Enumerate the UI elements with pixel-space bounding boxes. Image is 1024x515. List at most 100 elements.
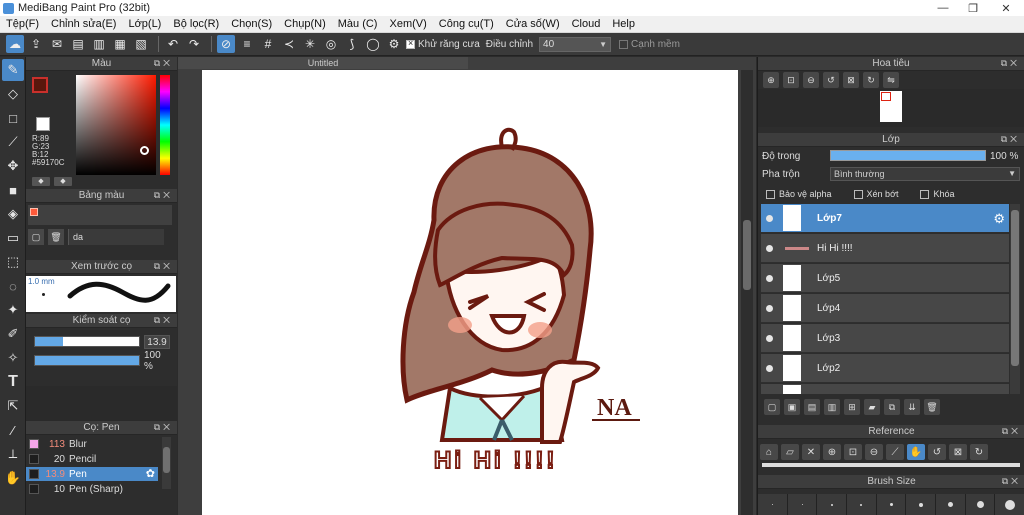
select-tool-icon[interactable]: ⬚ [2, 251, 24, 273]
visibility-icon[interactable] [766, 334, 773, 342]
eraser-tool-icon[interactable]: ◇ [2, 83, 24, 105]
scrollbar-thumb[interactable] [163, 447, 170, 473]
panel-controls-icon[interactable]: ⧉✕ [1002, 426, 1021, 437]
brush-size-preset[interactable] [817, 494, 848, 515]
reset-view-icon[interactable]: ⊠ [949, 444, 967, 460]
brush-size-slider[interactable] [34, 336, 140, 347]
layer-item[interactable] [761, 384, 1009, 394]
layer-item[interactable]: Lớp2 [761, 354, 1009, 383]
brush-size-value[interactable]: 13.9 [144, 335, 170, 349]
new-halftone-layer-icon[interactable]: ▣ [784, 399, 800, 415]
divide-tool-icon[interactable]: ⁄ [2, 419, 24, 441]
brush-item-blur[interactable]: 113 Blur [26, 437, 158, 451]
zoom-in-icon[interactable]: ⊕ [823, 444, 841, 460]
menu-file[interactable]: Tệp(F) [0, 18, 45, 30]
list-page-icon[interactable]: ▧ [132, 35, 150, 53]
panel-controls-icon[interactable]: ⧉✕ [1002, 476, 1021, 487]
menu-layer[interactable]: Lớp(L) [122, 18, 167, 30]
brush-size-preset[interactable] [965, 494, 996, 515]
protect-alpha-checkbox[interactable] [766, 189, 775, 199]
correction-select[interactable]: 40 ▼ [539, 36, 612, 52]
fill-rect-tool-icon[interactable]: ■ [2, 179, 24, 201]
folder-icon[interactable]: ▰ [864, 399, 880, 415]
hand-icon[interactable]: ✋ [907, 444, 925, 460]
menu-edit[interactable]: Chỉnh sửa(E) [45, 18, 122, 30]
layer-item[interactable]: Lớp7 ⚙ [761, 204, 1009, 233]
snap-off-icon[interactable]: ⊘ [217, 35, 235, 53]
brush-list-scrollbar[interactable] [162, 437, 171, 489]
clipping-option[interactable]: Xén bớt [853, 189, 898, 199]
brush-item-pen-sharp[interactable]: 10 Pen (Sharp) [26, 482, 158, 496]
new-palette-icon[interactable]: ▢ [28, 229, 44, 245]
cross-snap-icon[interactable]: # [259, 35, 277, 53]
radial-snap-icon[interactable]: ✳ [301, 35, 319, 53]
saturation-value-picker[interactable] [76, 75, 156, 175]
fit-icon[interactable]: ⊡ [783, 72, 799, 88]
shape-tool-icon[interactable]: □ [2, 107, 24, 129]
menu-snap[interactable]: Chụp(N) [278, 18, 332, 30]
merge-layer-icon[interactable]: ⇊ [904, 399, 920, 415]
visibility-icon[interactable] [766, 244, 773, 252]
menu-tools[interactable]: Công cụ(T) [433, 18, 500, 30]
add-layer-dropdown-icon[interactable]: ⊞ [844, 399, 860, 415]
select-pen-tool-icon[interactable]: ✐ [2, 323, 24, 345]
brush-size-preset[interactable] [936, 494, 966, 515]
brush-tool-icon[interactable]: ✎ [2, 59, 24, 81]
soft-edge-checkbox[interactable] [619, 39, 629, 49]
undo-icon[interactable]: ↶ [164, 35, 182, 53]
share-icon[interactable]: ⇪ [27, 35, 45, 53]
panel-controls-icon[interactable]: ⧉✕ [154, 58, 173, 69]
layer-item[interactable]: Lớp5 [761, 264, 1009, 293]
cloud-icon[interactable]: ☁ [6, 35, 24, 53]
open-folder-icon[interactable]: ▱ [781, 444, 799, 460]
menu-filter[interactable]: Bộ lọc(R) [167, 18, 225, 30]
scrollbar-thumb[interactable] [1011, 210, 1019, 366]
layer-opacity-slider[interactable] [830, 150, 986, 161]
brush-opacity-slider[interactable] [34, 355, 140, 366]
hand-tool-icon[interactable]: ✋ [2, 467, 24, 489]
curve-snap-icon[interactable]: ⟆ [343, 35, 361, 53]
rotate-left-icon[interactable]: ↺ [928, 444, 946, 460]
select-eraser-tool-icon[interactable]: ✧ [2, 347, 24, 369]
brush-item-pen[interactable]: 13.9 Pen ✿ [26, 467, 158, 481]
navigator-view-rect[interactable] [881, 92, 891, 101]
panel-controls-icon[interactable]: ⧉✕ [154, 261, 173, 272]
brush-size-preset[interactable] [876, 494, 907, 515]
brush-size-preset[interactable] [758, 494, 788, 515]
blend-mode-select[interactable]: Bình thường ▼ [830, 167, 1020, 181]
navigator-preview[interactable] [758, 89, 1024, 127]
zoom-in-icon[interactable]: ⊕ [763, 72, 779, 88]
rotate-right-icon[interactable]: ↻ [970, 444, 988, 460]
layer-item[interactable]: Lớp4 [761, 294, 1009, 323]
flip-icon[interactable]: ⇋ [883, 72, 899, 88]
brush-item-pencil[interactable]: 20 Pencil [26, 452, 158, 466]
document-icon[interactable]: ▤ [69, 35, 87, 53]
move-tool-icon[interactable]: ✥ [2, 155, 24, 177]
text-tool-icon[interactable]: T [2, 371, 24, 393]
close-button[interactable]: ✕ [988, 0, 1024, 16]
parallel-snap-icon[interactable]: ≡ [238, 35, 256, 53]
color-picker-cursor[interactable] [140, 146, 149, 155]
layer-item[interactable]: Lớp3 [761, 324, 1009, 353]
circle-snap-icon[interactable]: ◎ [322, 35, 340, 53]
rotate-right-icon[interactable]: ↻ [863, 72, 879, 88]
panel-controls-icon[interactable]: ⧉✕ [1001, 134, 1020, 145]
new-8bit-layer-icon[interactable]: ▤ [804, 399, 820, 415]
operation-tool-icon[interactable]: ⇱ [2, 395, 24, 417]
lasso-tool-icon[interactable]: ◌ [2, 275, 24, 297]
protect-alpha-option[interactable]: Bảo vệ alpha [766, 189, 832, 199]
color-mode-button-a[interactable]: ◆ [32, 177, 50, 186]
brush-size-preset[interactable] [847, 494, 877, 515]
menu-view[interactable]: Xem(V) [383, 18, 432, 30]
eyedropper-icon[interactable]: ⟋ [886, 444, 904, 460]
menu-color[interactable]: Màu (C) [332, 18, 384, 30]
drawing-canvas[interactable]: Hi Hi !!!! NA [202, 70, 738, 515]
antialias-checkbox[interactable] [406, 38, 415, 49]
main-color-swatch[interactable] [32, 77, 48, 93]
redo-icon[interactable]: ↷ [185, 35, 203, 53]
menu-help[interactable]: Help [606, 18, 641, 30]
trash-icon[interactable]: 🗑 [48, 229, 64, 245]
clipping-checkbox[interactable] [853, 189, 863, 199]
hue-slider[interactable] [160, 75, 170, 175]
visibility-icon[interactable] [766, 304, 773, 312]
